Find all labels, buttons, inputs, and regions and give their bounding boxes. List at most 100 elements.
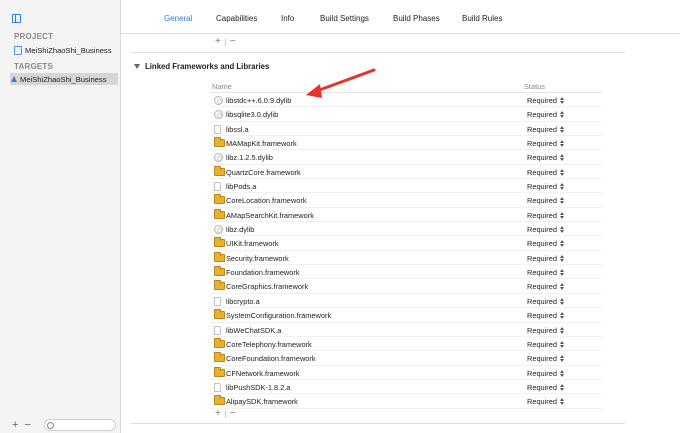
tab-build-phases[interactable]: Build Phases (393, 14, 440, 23)
table-row[interactable]: SystemConfiguration.framework Required (210, 308, 602, 323)
add-framework-button[interactable]: + (215, 408, 221, 419)
status-popup[interactable]: Required (527, 168, 564, 177)
table-row[interactable]: CoreLocation.framework Required (210, 193, 602, 208)
status-popup[interactable]: Required (527, 125, 564, 134)
add-target-button[interactable]: + (12, 419, 18, 431)
linked-frameworks-header[interactable]: Linked Frameworks and Libraries (134, 62, 269, 71)
table-row[interactable]: libstdc++.6.0.9.dylib Required (210, 93, 602, 108)
status-value: Required (527, 96, 557, 105)
table-row[interactable]: libWeChatSDK.a Required (210, 323, 602, 337)
file-icon (214, 124, 221, 134)
status-popup[interactable]: Required (527, 354, 564, 363)
popup-chevron-icon (560, 125, 564, 133)
library-name: Foundation.framework (226, 268, 300, 278)
popup-chevron-icon (560, 168, 564, 176)
table-row[interactable]: Security.framework Required (210, 251, 602, 266)
project-item[interactable]: MeiShiZhaoShi_Business (14, 44, 118, 56)
table-row[interactable]: QuartzCore.framework Required (210, 165, 602, 180)
general-editor: + − Linked Frameworks and Libraries Name… (121, 35, 680, 433)
name-column-header[interactable]: Name (212, 82, 232, 91)
remove-target-button[interactable]: − (24, 419, 30, 431)
popup-chevron-icon (560, 140, 564, 148)
table-row[interactable]: CoreFoundation.framework Required (210, 351, 602, 366)
filter-icon (47, 421, 54, 429)
project-file-icon (14, 45, 22, 55)
status-popup[interactable]: Required (527, 110, 564, 119)
framework-icon (214, 280, 225, 291)
status-popup[interactable]: Required (527, 196, 564, 205)
status-popup[interactable]: Required (527, 239, 564, 248)
table-row[interactable]: libssl.a Required (210, 122, 602, 137)
table-row[interactable]: CoreGraphics.framework Required (210, 279, 602, 294)
table-row[interactable]: Foundation.framework Required (210, 265, 602, 280)
navigator-toggle-icon[interactable] (12, 14, 21, 23)
targets-section-header: TARGETS (14, 62, 54, 71)
library-name: CoreLocation.framework (226, 196, 307, 206)
status-popup[interactable]: Required (527, 369, 564, 378)
status-popup[interactable]: Required (527, 297, 564, 306)
library-name: Security.framework (226, 253, 289, 263)
table-row[interactable]: MAMapKit.framework Required (210, 136, 602, 151)
status-popup[interactable]: Required (527, 326, 564, 335)
status-popup[interactable]: Required (527, 211, 564, 220)
status-popup[interactable]: Required (527, 383, 564, 392)
framework-icon (214, 366, 225, 377)
dylib-icon (214, 225, 223, 235)
table-row[interactable]: libPushSDK-1.8.2.a Required (210, 380, 602, 395)
popup-chevron-icon (560, 340, 564, 348)
target-item-label: MeiShiZhaoShi_Business (20, 74, 107, 84)
table-row[interactable]: libcrypto.a Required (210, 294, 602, 309)
dylib-icon (214, 110, 223, 120)
library-name: libcrypto.a (226, 296, 260, 306)
status-column-header[interactable]: Status (524, 82, 545, 91)
tab-info[interactable]: Info (281, 14, 294, 23)
table-row[interactable]: UIKit.framework Required (210, 236, 602, 251)
project-section-header: PROJECT (14, 32, 54, 41)
status-popup[interactable]: Required (527, 311, 564, 320)
tab-general[interactable]: General (164, 14, 192, 23)
table-row[interactable]: libsqlite3.0.dylib Required (210, 107, 602, 122)
status-value: Required (527, 282, 557, 292)
status-popup[interactable]: Required (527, 397, 564, 406)
tab-capabilities[interactable]: Capabilities (216, 14, 257, 23)
status-popup[interactable]: Required (527, 139, 564, 148)
add-embedded-button[interactable]: + (215, 36, 221, 47)
divider (224, 37, 226, 46)
popup-chevron-icon (560, 111, 564, 119)
disclosure-triangle-icon[interactable] (134, 64, 140, 69)
status-popup[interactable]: Required (527, 268, 564, 277)
popup-chevron-icon (560, 183, 564, 191)
tab-build-rules[interactable]: Build Rules (462, 14, 502, 23)
library-name: CoreTelephony.framework (226, 339, 312, 349)
status-popup[interactable]: Required (527, 153, 564, 162)
table-row[interactable]: CoreTelephony.framework Required (210, 337, 602, 352)
tab-build-settings[interactable]: Build Settings (320, 14, 369, 23)
framework-icon (214, 208, 225, 219)
status-value: Required (527, 354, 557, 364)
status-popup[interactable]: Required (527, 340, 564, 349)
file-icon (214, 382, 221, 392)
popup-chevron-icon (560, 254, 564, 262)
status-popup[interactable]: Required (527, 282, 564, 291)
remove-framework-button[interactable]: − (230, 408, 236, 419)
navigator-filter-field[interactable] (44, 419, 116, 431)
framework-icon (214, 165, 225, 176)
table-row[interactable]: libz.dylib Required (210, 222, 602, 237)
status-popup[interactable]: Required (527, 225, 564, 234)
remove-embedded-button[interactable]: − (230, 36, 236, 47)
status-popup[interactable]: Required (527, 182, 564, 191)
library-name: libz.1.2.5.dylib (226, 153, 273, 163)
target-item[interactable]: MeiShiZhaoShi_Business (10, 73, 118, 85)
status-value: Required (527, 368, 557, 378)
section-title: Linked Frameworks and Libraries (145, 62, 270, 71)
table-row[interactable]: AlipaySDK.framework Required (210, 394, 602, 409)
popup-chevron-icon (560, 369, 564, 377)
status-value: Required (527, 153, 557, 163)
table-row[interactable]: libz.1.2.5.dylib Required (210, 150, 602, 165)
status-popup[interactable]: Required (527, 254, 564, 263)
table-row[interactable]: libPods.a Required (210, 179, 602, 194)
status-value: Required (527, 196, 557, 206)
table-row[interactable]: CFNetwork.framework Required (210, 366, 602, 380)
table-row[interactable]: AMapSearchKit.framework Required (210, 208, 602, 223)
status-popup[interactable]: Required (527, 96, 564, 105)
